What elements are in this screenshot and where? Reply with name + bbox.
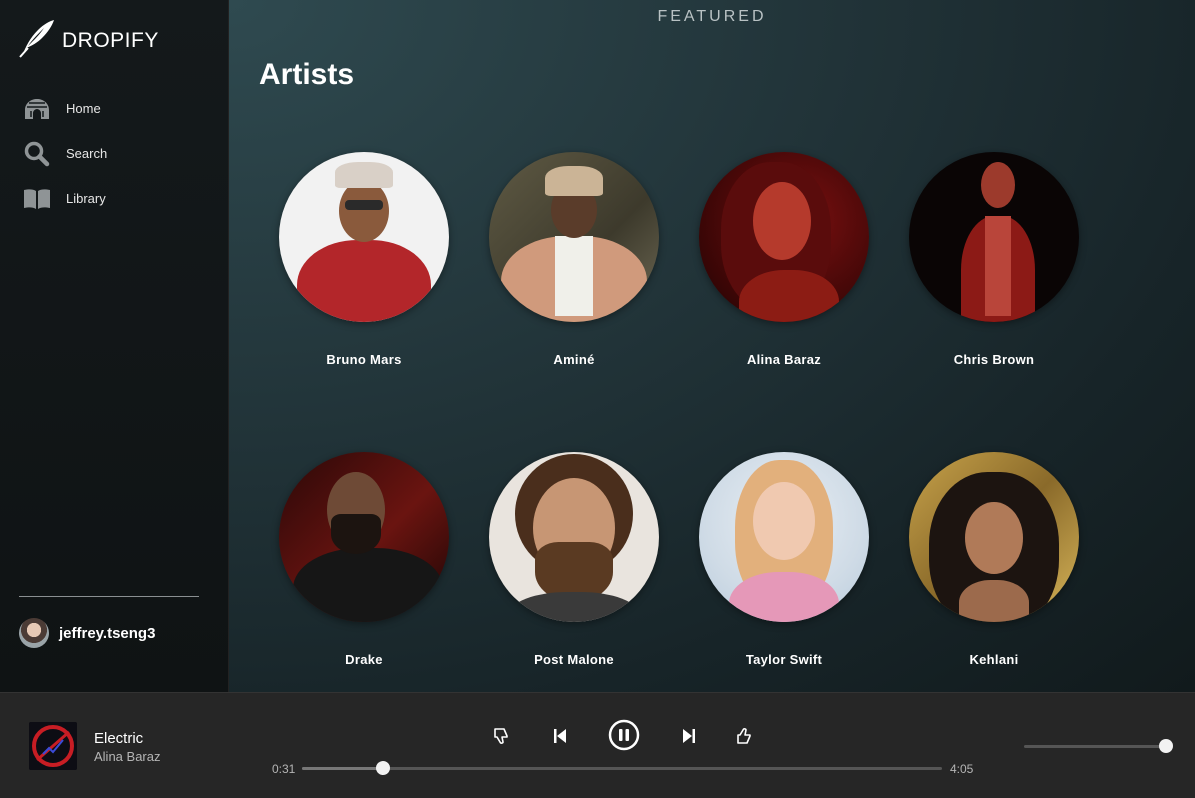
main-content: FEATURED Artists Bruno Mars Aminé Alina … [229,0,1195,692]
dislike-button[interactable] [491,723,513,749]
pause-button[interactable] [607,718,641,752]
artist-name: Chris Brown [953,352,1035,367]
artist-card-kehlani[interactable]: Kehlani [909,452,1079,667]
pause-icon [608,719,640,751]
avatar [19,618,49,648]
sidebar-divider [19,596,199,597]
artist-name: Drake [345,652,383,667]
duration-time: 4:05 [950,762,974,776]
progress-handle[interactable] [376,761,391,775]
artist-photo [279,452,449,622]
sidebar-item-home[interactable]: Home [23,86,107,131]
skip-previous-icon [554,729,566,743]
artist-name: Taylor Swift [745,652,823,667]
previous-button[interactable] [549,723,571,749]
volume-handle[interactable] [1159,739,1173,753]
search-icon [23,140,51,168]
artist-card-taylor-swift[interactable]: Taylor Swift [699,452,869,667]
track-title: Electric [94,730,144,747]
brand-name: DROPIFY [62,28,159,52]
sidebar-item-label: Home [66,101,101,116]
sidebar-item-library[interactable]: Library [23,176,107,221]
artist-name: Kehlani [969,652,1019,667]
username: jeffrey.tseng3 [59,624,156,642]
sidebar-item-search[interactable]: Search [23,131,107,176]
artist-photo [489,452,659,622]
progress-bar[interactable] [302,761,942,775]
artist-name: Alina Baraz [746,352,822,367]
sidebar-item-label: Library [66,191,106,206]
user-profile[interactable]: jeffrey.tseng3 [19,618,155,648]
artist-photo [909,152,1079,322]
sidebar-item-label: Search [66,146,108,161]
artist-photo [909,452,1079,622]
artist-card-drake[interactable]: Drake [279,452,449,667]
artist-photo [699,452,869,622]
player-bar: Electric Alina Baraz 0:31 4:05 [0,692,1195,798]
artist-name: Bruno Mars [326,352,402,367]
artist-card-amine[interactable]: Aminé [489,152,659,367]
progress-fill [302,767,384,770]
artist-photo [699,152,869,322]
sidebar-nav: Home Search Library [23,86,107,221]
skip-next-icon [683,729,695,743]
home-icon [23,95,51,123]
thumbs-down-icon [494,728,508,744]
next-button[interactable] [678,723,700,749]
volume-slider[interactable] [1024,739,1173,753]
elapsed-time: 0:31 [272,762,296,776]
album-cover[interactable] [29,722,77,770]
like-button[interactable] [734,723,756,749]
featured-heading: FEATURED [657,8,767,25]
page-title: Artists [259,58,355,91]
artist-card-bruno-mars[interactable]: Bruno Mars [279,152,449,367]
artist-photo [279,152,449,322]
artist-name: Aminé [553,352,595,367]
library-icon [23,185,51,213]
artist-name: Post Malone [534,652,614,667]
artist-card-post-malone[interactable]: Post Malone [489,452,659,667]
artist-card-chris-brown[interactable]: Chris Brown [909,152,1079,367]
artist-photo [489,152,659,322]
feather-logo-icon [18,18,56,63]
sidebar: DROPIFY Home Search Library jeffrey.tsen… [0,0,229,692]
thumbs-up-icon [737,728,751,744]
artist-card-alina-baraz[interactable]: Alina Baraz [699,152,869,367]
brand-logo[interactable]: DROPIFY [18,18,159,63]
track-artist[interactable]: Alina Baraz [94,749,160,764]
